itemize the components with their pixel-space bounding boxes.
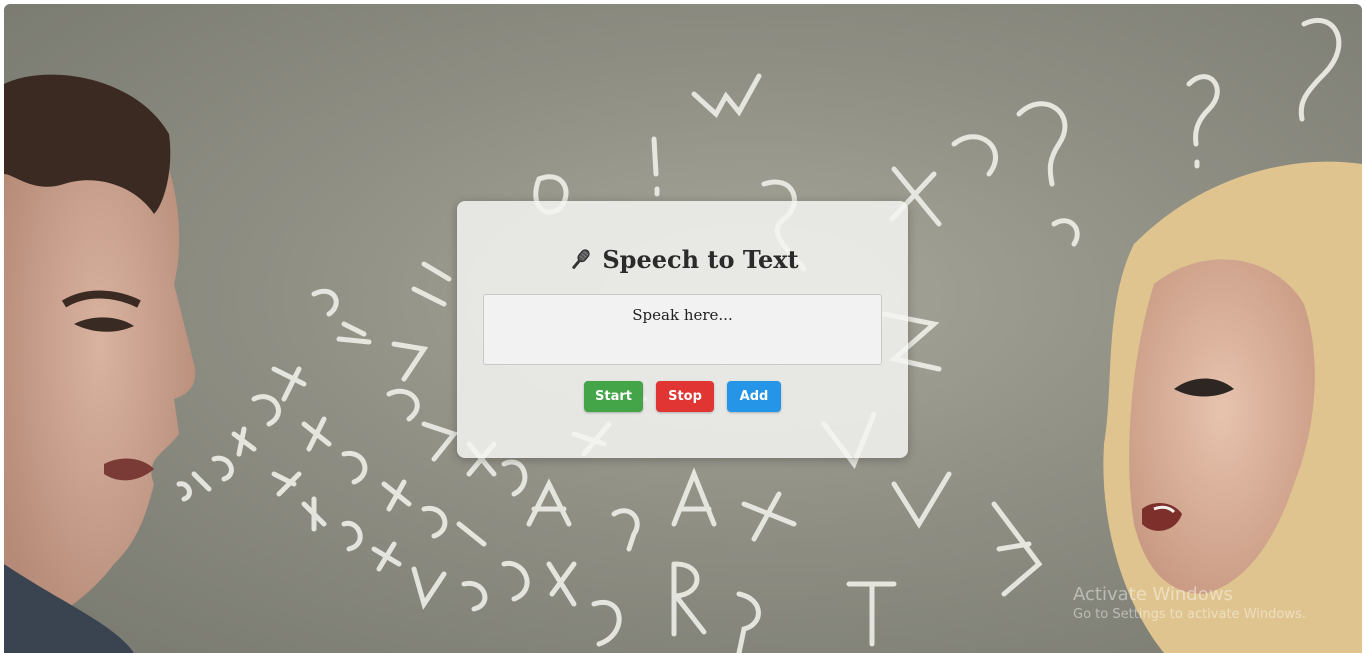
speech-output-box[interactable]: Speak here... [483,294,882,365]
speech-card: Speech to Text Speak here... Start Stop … [457,201,908,458]
title-text: Speech to Text [602,245,799,274]
start-button[interactable]: Start [584,381,643,412]
activation-watermark: Activate Windows Go to Settings to activ… [1073,584,1306,622]
stop-button[interactable]: Stop [656,381,714,412]
microphone-icon [572,248,590,269]
button-row: Start Stop Add [457,381,908,412]
add-button[interactable]: Add [727,381,781,412]
page-title: Speech to Text [457,245,908,274]
watermark-subtitle: Go to Settings to activate Windows. [1073,607,1306,622]
watermark-title: Activate Windows [1073,584,1233,605]
speech-placeholder: Speak here... [632,306,733,324]
page-background: Speech to Text Speak here... Start Stop … [4,4,1362,653]
